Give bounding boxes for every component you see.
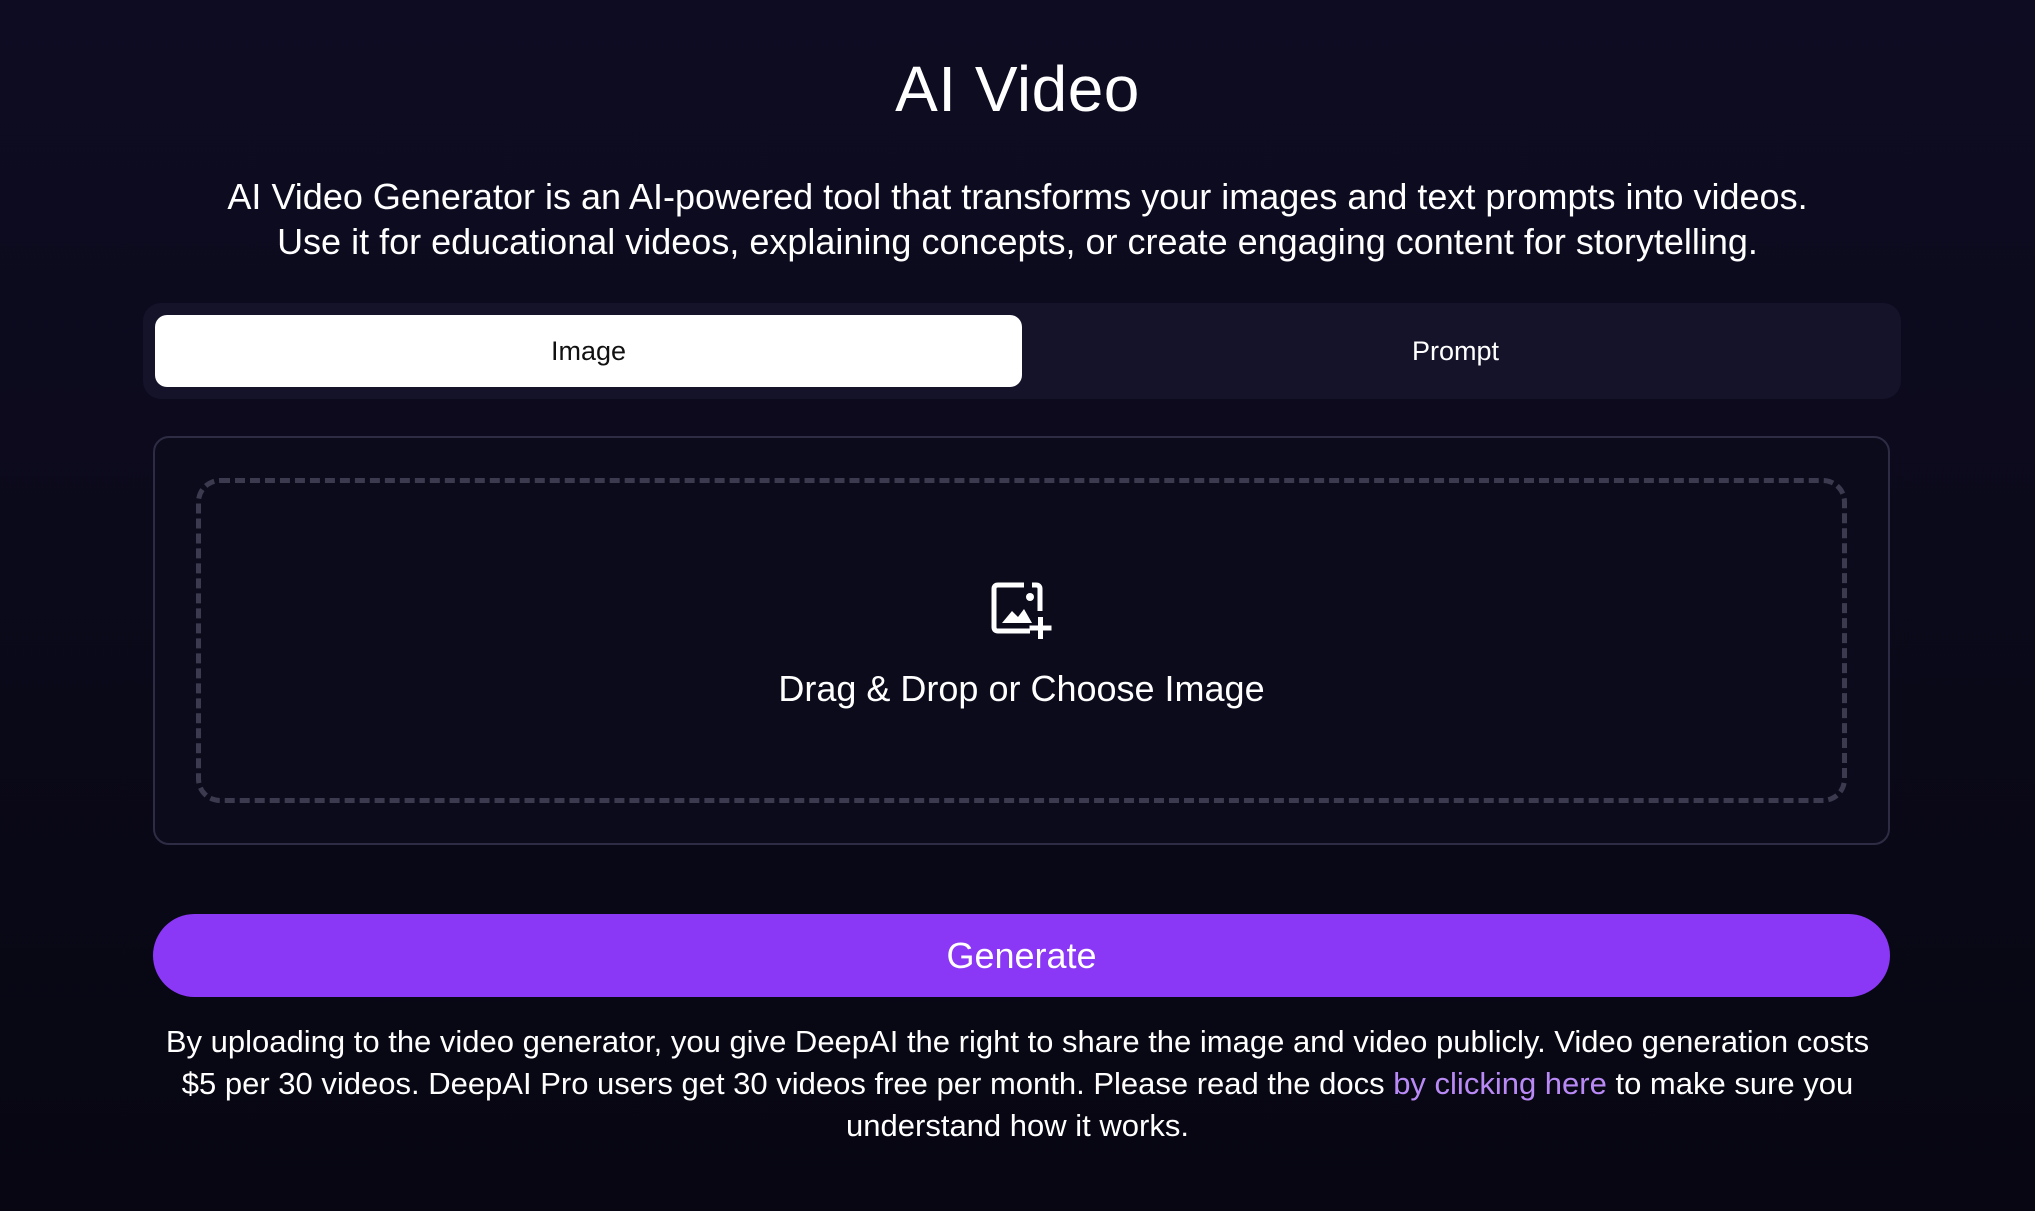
description-line-2: Use it for educational videos, explainin… — [277, 221, 1758, 262]
generate-button[interactable]: Generate — [153, 914, 1890, 997]
page-title: AI Video — [895, 53, 1140, 125]
docs-link[interactable]: by clicking here — [1393, 1066, 1607, 1101]
page-description: AI Video Generator is an AI-powered tool… — [140, 174, 1895, 264]
mode-tabs: Image Prompt — [143, 303, 1901, 399]
upload-card: Drag & Drop or Choose Image — [153, 436, 1890, 845]
disclaimer-text: By uploading to the video generator, you… — [150, 1021, 1885, 1147]
dropzone-label: Drag & Drop or Choose Image — [778, 668, 1265, 709]
tab-prompt[interactable]: Prompt — [1022, 315, 1889, 387]
image-dropzone[interactable]: Drag & Drop or Choose Image — [196, 478, 1847, 803]
page: AI Video AI Video Generator is an AI-pow… — [0, 0, 2035, 1211]
tab-image[interactable]: Image — [155, 315, 1022, 387]
image-add-icon — [990, 581, 1054, 641]
description-line-1: AI Video Generator is an AI-powered tool… — [227, 176, 1808, 217]
